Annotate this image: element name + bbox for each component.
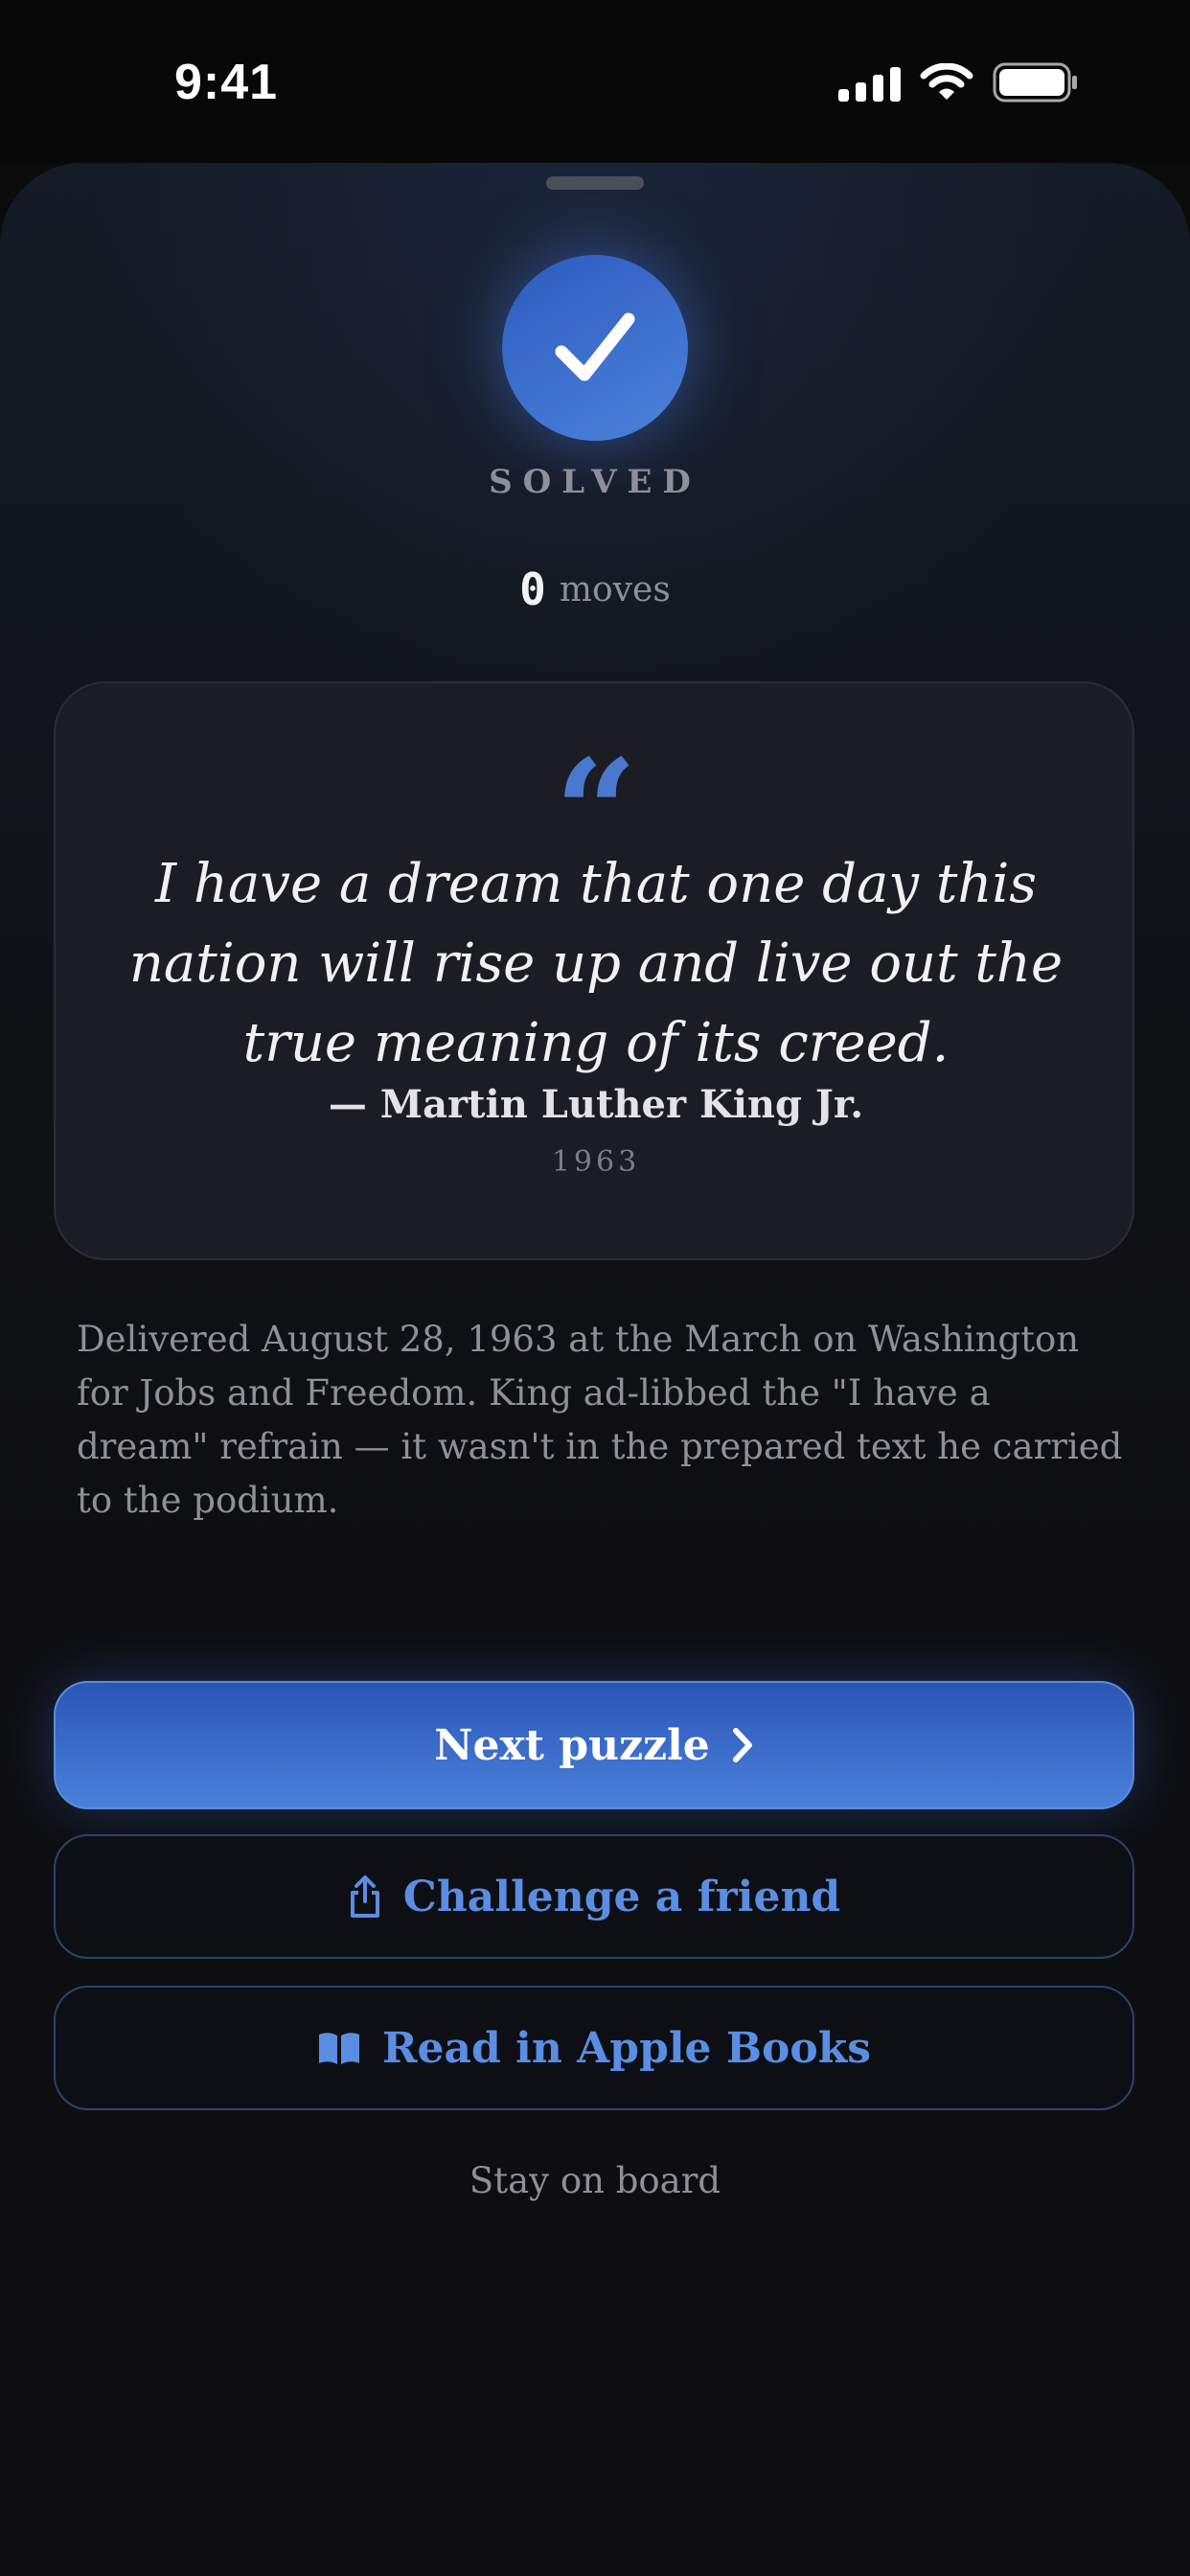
status-icons: [838, 61, 1079, 104]
quote-author: — Martin Luther King Jr.: [328, 1082, 864, 1127]
signal-icon: [838, 63, 901, 102]
read-apple-books-button[interactable]: Read in Apple Books: [54, 1986, 1134, 2110]
next-puzzle-label: Next puzzle: [434, 1720, 710, 1770]
challenge-friend-label: Challenge a friend: [402, 1872, 841, 1921]
quote-card: “ I have a dream that one day this natio…: [54, 681, 1134, 1260]
read-apple-books-label: Read in Apple Books: [381, 2023, 872, 2073]
solved-status: SOLVED: [489, 463, 701, 501]
result-sheet: SOLVED 0 moves “ I have a dream that one …: [0, 163, 1190, 2576]
next-puzzle-button[interactable]: Next puzzle: [54, 1681, 1134, 1809]
checkmark-icon: [555, 312, 635, 381]
quote-text: I have a dream that one day this nation …: [128, 853, 1064, 1074]
quote-year: 1963: [551, 1145, 641, 1179]
stay-on-board-link[interactable]: Stay on board: [0, 2160, 1190, 2201]
status-bar: 9:41: [0, 0, 1190, 163]
chevron-right-icon: [732, 1728, 752, 1762]
book-icon: [318, 2033, 359, 2064]
challenge-friend-button[interactable]: Challenge a friend: [54, 1834, 1134, 1959]
battery-icon: [993, 62, 1077, 103]
share-icon: [350, 1875, 379, 1918]
moves-label: moves: [559, 569, 671, 610]
context-description: Delivered August 28, 1963 at the March o…: [77, 1319, 1123, 1521]
wifi-icon: [920, 63, 973, 100]
quote-mark-icon: “: [554, 741, 638, 846]
status-time: 9:41: [174, 55, 279, 110]
moves-count: 0: [519, 564, 546, 615]
moves-row: 0 moves: [0, 564, 1190, 615]
sheet-grabber[interactable]: [546, 176, 644, 190]
solved-badge: [502, 255, 688, 441]
